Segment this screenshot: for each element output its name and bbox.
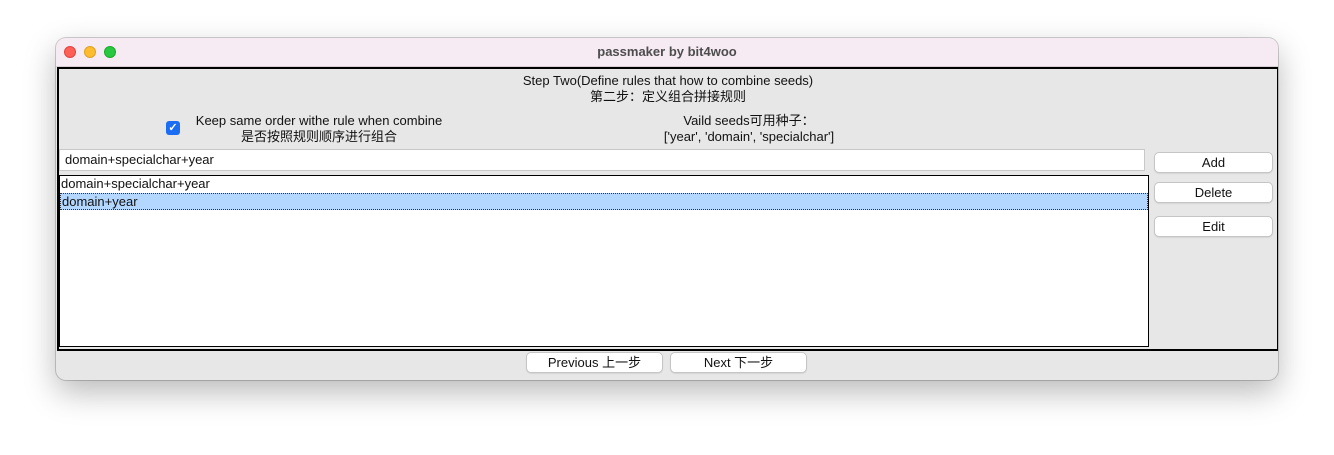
- keep-order-label-zh: 是否按照规则顺序进行组合: [240, 129, 397, 144]
- window-title: passmaker by bit4woo: [597, 44, 737, 59]
- add-button[interactable]: Add: [1154, 152, 1273, 173]
- rule-input[interactable]: domain+specialchar+year: [59, 149, 1145, 171]
- valid-seeds-info: Vaild seeds可用种子： ['year', 'domain', 'spe…: [619, 113, 879, 145]
- step-title-zh: 第二步：定义组合拼接规则: [589, 89, 746, 104]
- app-window: passmaker by bit4woo Step Two(Define rul…: [56, 38, 1278, 380]
- keep-order-checkbox[interactable]: ✓: [166, 121, 180, 135]
- list-item[interactable]: domain+specialchar+year: [60, 176, 1148, 193]
- title-bar[interactable]: passmaker by bit4woo: [56, 38, 1278, 67]
- rules-panel: Step Two(Define rules that how to combin…: [57, 67, 1278, 351]
- list-item-selected[interactable]: domain+year: [60, 193, 1148, 210]
- keep-order-label-en: Keep same order withe rule when combine: [195, 113, 443, 128]
- next-button[interactable]: Next 下一步: [670, 352, 807, 373]
- keep-order-label[interactable]: Keep same order withe rule when combine …: [184, 113, 454, 145]
- delete-button[interactable]: Delete: [1154, 182, 1273, 203]
- step-title-en: Step Two(Define rules that how to combin…: [522, 73, 814, 88]
- edit-button[interactable]: Edit: [1154, 216, 1273, 237]
- previous-button[interactable]: Previous 上一步: [526, 352, 663, 373]
- valid-seeds-label: Vaild seeds可用种子：: [683, 113, 815, 128]
- rules-listbox[interactable]: domain+specialchar+year domain+year: [59, 175, 1149, 347]
- valid-seeds-values: ['year', 'domain', 'specialchar']: [663, 129, 835, 144]
